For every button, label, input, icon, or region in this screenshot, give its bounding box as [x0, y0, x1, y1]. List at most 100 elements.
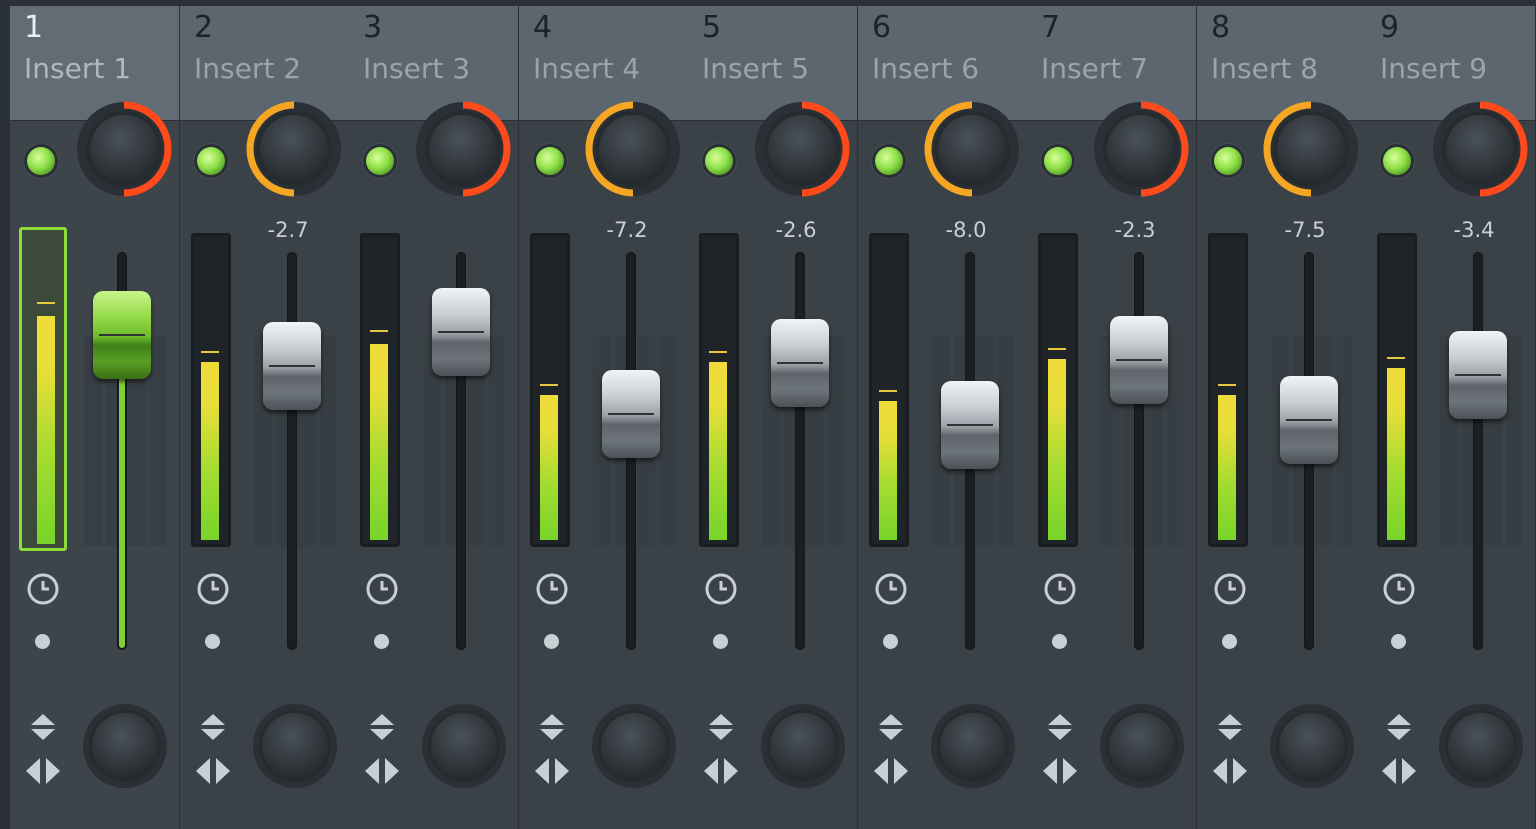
- up-down-arrows-icon[interactable]: [706, 712, 736, 742]
- stereo-separation-knob[interactable]: [421, 703, 507, 789]
- clock-icon[interactable]: [365, 572, 399, 606]
- up-down-arrows-icon[interactable]: [367, 712, 397, 742]
- pan-knob[interactable]: [924, 101, 1020, 197]
- volume-fader-handle[interactable]: [941, 381, 999, 469]
- strip-name[interactable]: Insert 8: [1211, 52, 1318, 85]
- dot-icon[interactable]: [883, 634, 898, 649]
- mute-led-icon[interactable]: [875, 147, 903, 175]
- pan-knob-graphic: [1433, 101, 1528, 197]
- mixer-strip-2[interactable]: 2 Insert 2 -2.7: [180, 6, 350, 829]
- strip-name[interactable]: Insert 6: [872, 52, 979, 85]
- up-down-arrows-icon[interactable]: [28, 712, 58, 742]
- clock-icon[interactable]: [1382, 572, 1416, 606]
- stereo-separation-icon[interactable]: [1380, 756, 1418, 786]
- mute-led-icon[interactable]: [536, 147, 564, 175]
- strip-name[interactable]: Insert 4: [533, 52, 640, 85]
- strip-name[interactable]: Insert 9: [1380, 52, 1487, 85]
- clock-icon[interactable]: [196, 572, 230, 606]
- stereo-separation-icon[interactable]: [1211, 756, 1249, 786]
- clock-icon[interactable]: [535, 572, 569, 606]
- mute-led-icon[interactable]: [27, 147, 55, 175]
- mute-led-icon[interactable]: [1214, 147, 1242, 175]
- up-down-arrows-icon[interactable]: [198, 712, 228, 742]
- volume-fader-track[interactable]: [1473, 252, 1483, 650]
- pan-knob[interactable]: [76, 101, 172, 197]
- pan-knob[interactable]: [246, 101, 342, 197]
- clock-icon[interactable]: [1213, 572, 1247, 606]
- stereo-separation-knob[interactable]: [1099, 703, 1185, 789]
- volume-fader-handle[interactable]: [602, 370, 660, 458]
- mute-led-icon[interactable]: [197, 147, 225, 175]
- up-down-arrows-icon[interactable]: [1045, 712, 1075, 742]
- mute-led-icon[interactable]: [366, 147, 394, 175]
- mixer-strip-3[interactable]: 3 Insert 3: [349, 6, 519, 829]
- stereo-separation-icon[interactable]: [194, 756, 232, 786]
- clock-icon[interactable]: [1043, 572, 1077, 606]
- clock-icon[interactable]: [704, 572, 738, 606]
- stereo-separation-icon[interactable]: [702, 756, 740, 786]
- volume-fader-handle[interactable]: [263, 322, 321, 410]
- stereo-separation-knob[interactable]: [252, 703, 338, 789]
- strip-name[interactable]: Insert 1: [24, 52, 131, 85]
- stereo-separation-knob[interactable]: [1438, 703, 1524, 789]
- up-down-arrows-icon[interactable]: [1215, 712, 1245, 742]
- volume-readout: -7.2: [606, 218, 648, 242]
- mute-led-icon[interactable]: [1044, 147, 1072, 175]
- up-down-arrows-icon[interactable]: [1384, 712, 1414, 742]
- pan-knob-graphic: [585, 101, 680, 197]
- pan-knob[interactable]: [1432, 101, 1528, 197]
- volume-fader-track[interactable]: [1134, 252, 1144, 650]
- dot-icon[interactable]: [544, 634, 559, 649]
- dot-icon[interactable]: [1391, 634, 1406, 649]
- dot-icon[interactable]: [205, 634, 220, 649]
- peak-indicator: [201, 351, 219, 353]
- volume-fader-track[interactable]: [287, 252, 297, 650]
- mixer-strip-6[interactable]: 6 Insert 6 -8.0: [858, 6, 1028, 829]
- mute-led-icon[interactable]: [1383, 147, 1411, 175]
- pan-knob[interactable]: [415, 101, 511, 197]
- strip-name[interactable]: Insert 3: [363, 52, 470, 85]
- strip-name[interactable]: Insert 2: [194, 52, 301, 85]
- pan-knob[interactable]: [754, 101, 850, 197]
- up-down-arrows-icon[interactable]: [537, 712, 567, 742]
- volume-fader-handle[interactable]: [93, 291, 151, 379]
- mixer-strip-1[interactable]: 1 Insert 1: [10, 6, 180, 829]
- volume-fader-handle[interactable]: [1280, 376, 1338, 464]
- stereo-separation-icon[interactable]: [363, 756, 401, 786]
- dot-icon[interactable]: [1052, 634, 1067, 649]
- mixer-strip-5[interactable]: 5 Insert 5 -2.6: [688, 6, 858, 829]
- strip-name[interactable]: Insert 7: [1041, 52, 1148, 85]
- mixer-strip-7[interactable]: 7 Insert 7 -2.3: [1027, 6, 1197, 829]
- dot-icon[interactable]: [1222, 634, 1237, 649]
- volume-readout: -2.6: [775, 218, 817, 242]
- dot-icon[interactable]: [35, 634, 50, 649]
- dot-icon[interactable]: [374, 634, 389, 649]
- volume-fader-handle[interactable]: [1449, 331, 1507, 419]
- dot-icon[interactable]: [713, 634, 728, 649]
- stereo-separation-icon[interactable]: [1041, 756, 1079, 786]
- volume-fader-handle[interactable]: [1110, 316, 1168, 404]
- volume-readout: -2.3: [1114, 218, 1156, 242]
- stereo-separation-knob[interactable]: [82, 703, 168, 789]
- pan-knob[interactable]: [1263, 101, 1359, 197]
- stereo-separation-knob[interactable]: [591, 703, 677, 789]
- pan-knob[interactable]: [1093, 101, 1189, 197]
- volume-fader-handle[interactable]: [432, 288, 490, 376]
- mute-led-icon[interactable]: [705, 147, 733, 175]
- up-down-arrows-icon[interactable]: [876, 712, 906, 742]
- stereo-separation-knob[interactable]: [760, 703, 846, 789]
- mixer-strip-9[interactable]: 9 Insert 9 -3.4: [1366, 6, 1536, 829]
- stereo-separation-icon[interactable]: [533, 756, 571, 786]
- clock-icon[interactable]: [874, 572, 908, 606]
- stereo-separation-knob[interactable]: [930, 703, 1016, 789]
- clock-icon[interactable]: [26, 572, 60, 606]
- mixer-strip-8[interactable]: 8 Insert 8 -7.5: [1197, 6, 1367, 829]
- mixer-strip-4[interactable]: 4 Insert 4 -7.2: [519, 6, 689, 829]
- volume-fader-handle[interactable]: [771, 319, 829, 407]
- stereo-separation-icon[interactable]: [24, 756, 62, 786]
- stereo-separation-knob[interactable]: [1269, 703, 1355, 789]
- stereo-separation-icon[interactable]: [872, 756, 910, 786]
- volume-fader-track[interactable]: [795, 252, 805, 650]
- pan-knob[interactable]: [585, 101, 681, 197]
- strip-name[interactable]: Insert 5: [702, 52, 809, 85]
